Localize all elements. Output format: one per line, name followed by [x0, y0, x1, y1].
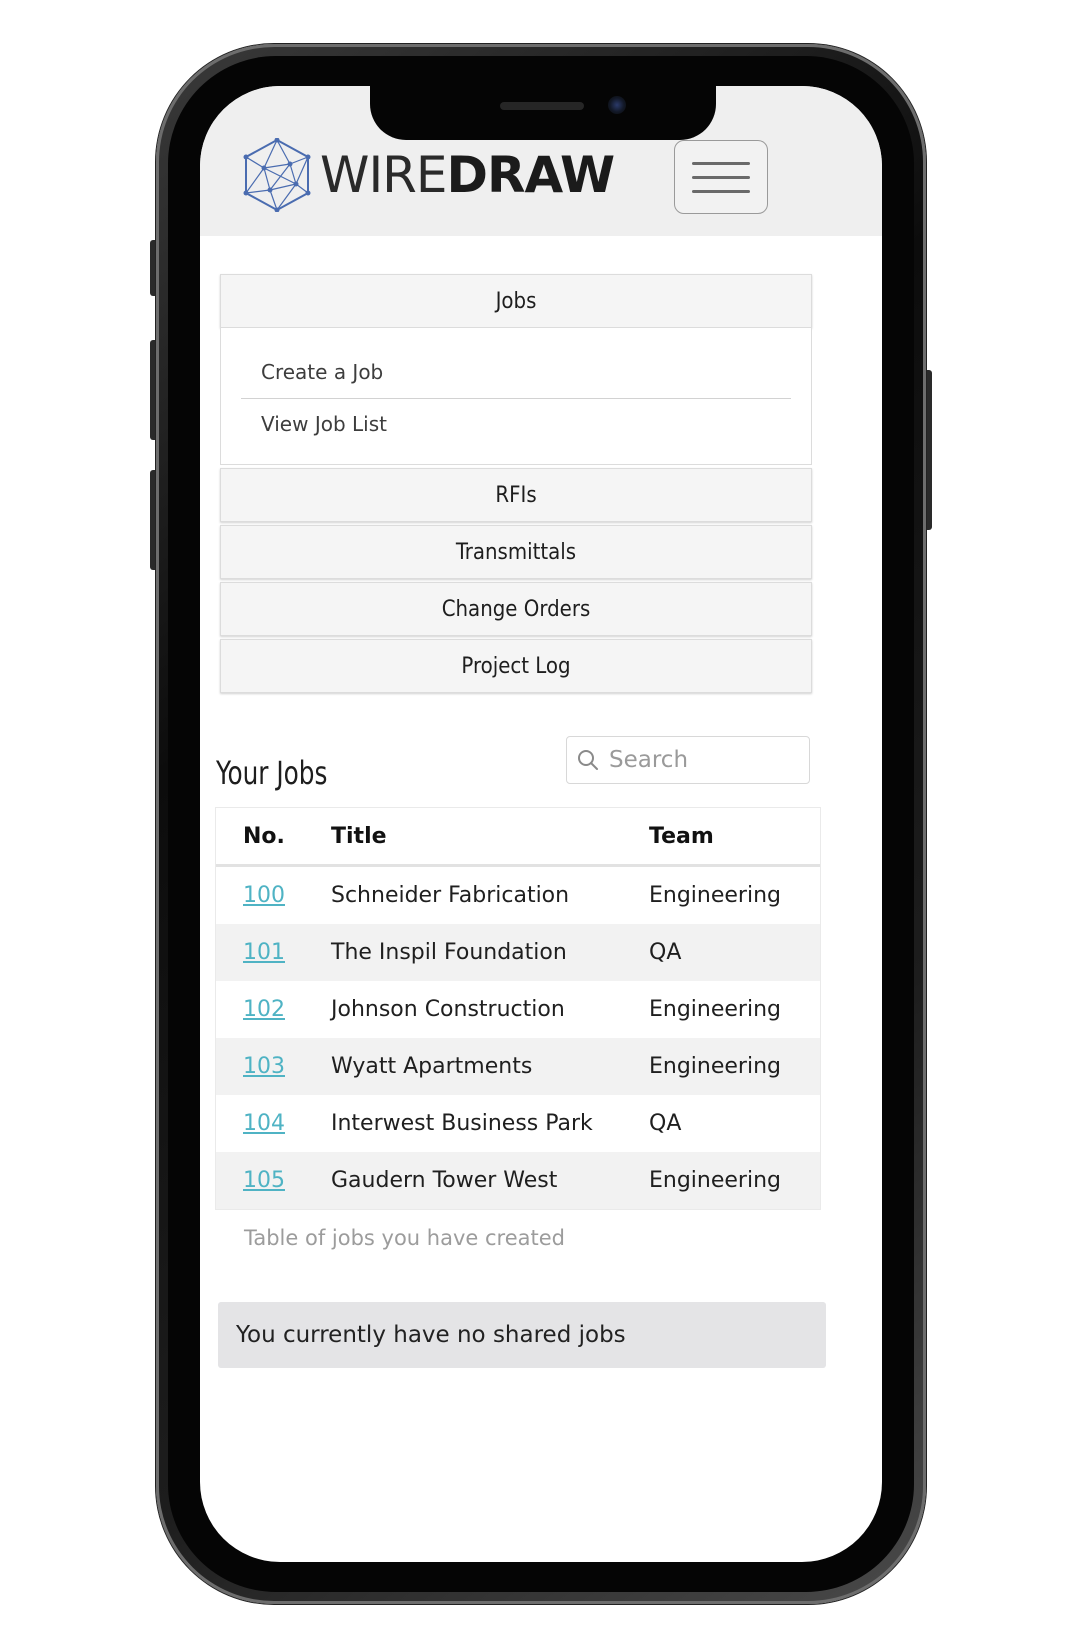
table-row: 102 Johnson Construction Engineering	[216, 981, 820, 1038]
nav-transmittals-header[interactable]: Transmittals	[220, 525, 812, 579]
hamburger-menu-button[interactable]	[674, 140, 768, 214]
nav-jobs-header[interactable]: Jobs	[220, 274, 812, 328]
table-header-row: No. Title Team	[216, 808, 820, 867]
column-header-team[interactable]: Team	[648, 808, 820, 867]
job-number-link[interactable]: 105	[243, 1168, 285, 1193]
nav-jobs-panel: Create a Job View Job List	[220, 328, 812, 465]
job-number-link[interactable]: 101	[243, 940, 285, 965]
job-team-cell: QA	[648, 924, 820, 981]
front-camera	[608, 96, 626, 114]
phone-mockup: WIREDRAW Jobs Create a Job View Job List…	[0, 0, 1080, 1646]
nav-accordion: Jobs Create a Job View Job List RFIs Tra…	[220, 274, 812, 696]
column-header-no[interactable]: No.	[216, 808, 330, 867]
jobs-table: No. Title Team 100 Schneider Fabrication…	[216, 808, 820, 1209]
job-title-cell: Wyatt Apartments	[330, 1038, 648, 1095]
view-job-list-link[interactable]: View Job List	[261, 412, 387, 436]
table-row: 103 Wyatt Apartments Engineering	[216, 1038, 820, 1095]
job-title-cell: Johnson Construction	[330, 981, 648, 1038]
logo-text-wire: WIRE	[320, 146, 448, 204]
logo-text-draw: DRAW	[446, 146, 616, 204]
search-icon	[578, 750, 598, 770]
shared-jobs-banner: You currently have no shared jobs	[218, 1302, 826, 1368]
speaker-grille	[500, 102, 584, 110]
job-team-cell: QA	[648, 1095, 820, 1152]
job-team-cell: Engineering	[648, 1038, 820, 1095]
nav-rfis-header[interactable]: RFIs	[220, 468, 812, 522]
nav-divider	[241, 398, 791, 399]
nav-project-log-header[interactable]: Project Log	[220, 639, 812, 693]
job-title-cell: The Inspil Foundation	[330, 924, 648, 981]
hamburger-menu-icon-line	[692, 189, 750, 193]
search-box[interactable]	[566, 736, 810, 784]
shared-jobs-message: You currently have no shared jobs	[236, 1322, 626, 1348]
logo-wordmark: WIREDRAW	[320, 150, 615, 200]
job-number-link[interactable]: 100	[243, 883, 285, 908]
table-row: 100 Schneider Fabrication Engineering	[216, 865, 820, 924]
table-row: 104 Interwest Business Park QA	[216, 1095, 820, 1152]
nav-change-orders-header[interactable]: Change Orders	[220, 582, 812, 636]
create-job-link[interactable]: Create a Job	[261, 360, 383, 384]
job-title-cell: Schneider Fabrication	[330, 865, 648, 924]
job-team-cell: Engineering	[648, 1152, 820, 1209]
column-header-title[interactable]: Title	[330, 808, 648, 867]
hamburger-menu-icon-line	[692, 161, 750, 165]
wiredraw-logo[interactable]: WIREDRAW	[242, 138, 615, 212]
job-number-link[interactable]: 104	[243, 1111, 285, 1136]
logo-mesh-icon	[243, 138, 311, 212]
table-row: 105 Gaudern Tower West Engineering	[216, 1152, 820, 1209]
table-caption: Table of jobs you have created	[244, 1226, 565, 1250]
job-number-link[interactable]: 102	[243, 997, 285, 1022]
job-title-cell: Interwest Business Park	[330, 1095, 648, 1152]
job-number-link[interactable]: 103	[243, 1054, 285, 1079]
search-input[interactable]	[607, 746, 801, 774]
job-title-cell: Gaudern Tower West	[330, 1152, 648, 1209]
table-row: 101 The Inspil Foundation QA	[216, 924, 820, 981]
hamburger-menu-icon-line	[692, 175, 750, 179]
job-team-cell: Engineering	[648, 865, 820, 924]
job-team-cell: Engineering	[648, 981, 820, 1038]
phone-screen: WIREDRAW Jobs Create a Job View Job List…	[200, 86, 882, 1562]
phone-notch	[370, 84, 716, 140]
your-jobs-heading: Your Jobs	[216, 754, 328, 792]
